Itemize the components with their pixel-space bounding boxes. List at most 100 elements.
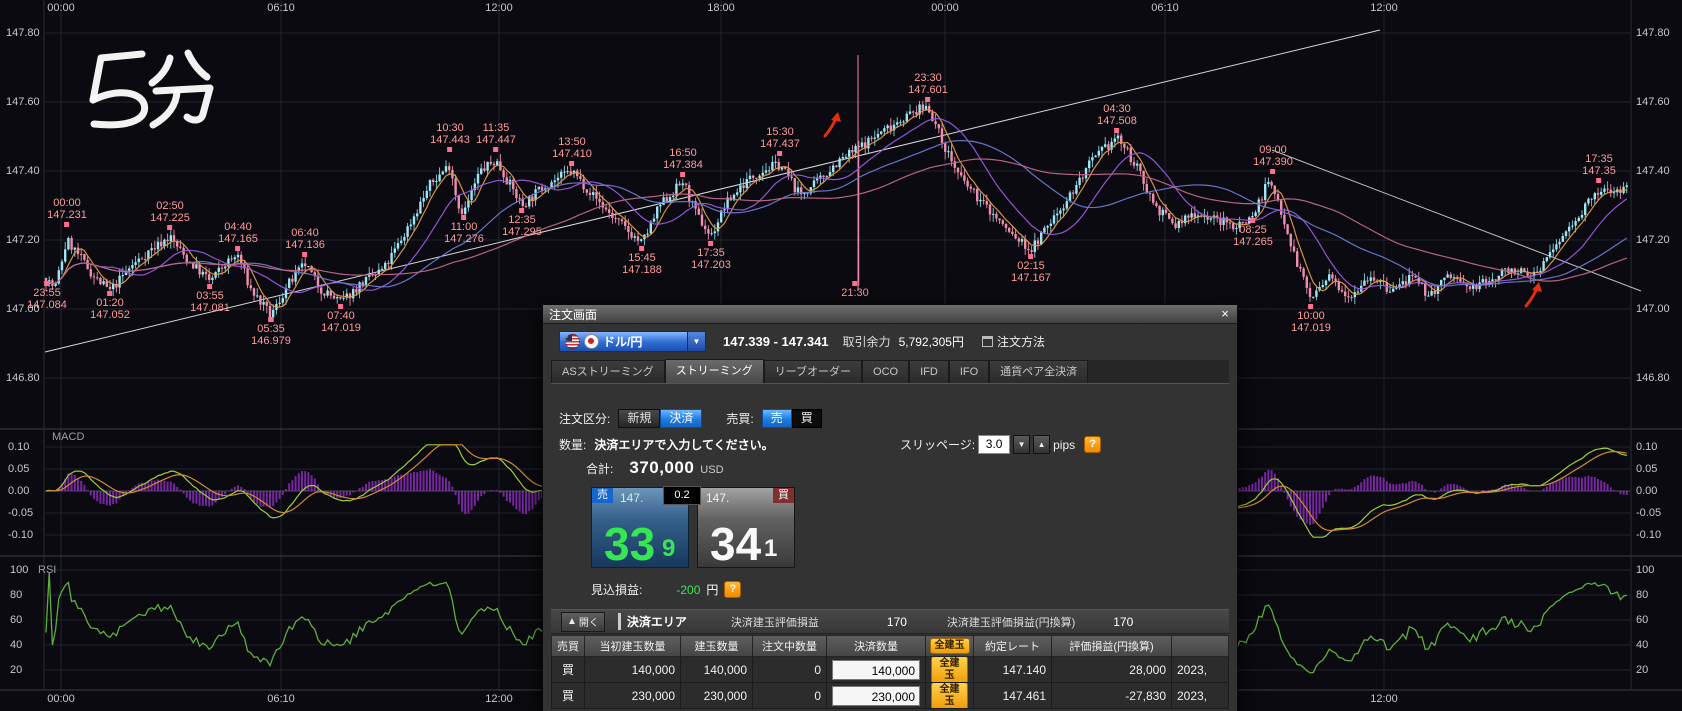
quantity-message: 決済エリアで入力してください。 bbox=[594, 436, 773, 453]
spread-value: 0.2 bbox=[663, 486, 701, 505]
tab-close-all-pairs[interactable]: 通貨ペア全決済 bbox=[989, 360, 1088, 383]
order-tabs: ASストリーミング ストリーミング リーブオーダー OCO IFD IFO 通貨… bbox=[551, 360, 1229, 384]
cell-valuation-pl: 28,000 bbox=[1052, 657, 1172, 683]
new-order-button[interactable]: 新規 bbox=[618, 409, 660, 428]
expected-pl-label: 見込損益: bbox=[591, 581, 642, 598]
cell-position-qty: 140,000 bbox=[681, 657, 753, 683]
buy-button[interactable]: 買 bbox=[792, 409, 822, 428]
rate-panel: 売 147. 33 9 0.2 買 147. 34 1 bbox=[591, 487, 795, 568]
slippage-input[interactable]: 3.0 bbox=[978, 435, 1010, 454]
buy-tag: 買 bbox=[773, 488, 794, 503]
cell-valuation-pl: -27,830 bbox=[1052, 683, 1172, 709]
order-type-label: 注文区分: bbox=[559, 410, 610, 427]
positions-table: 売買 当初建玉数量 建玉数量 注文中数量 決済数量 全建玉 約定レート 評価損益… bbox=[551, 635, 1229, 709]
settle-area-title: 決済エリア bbox=[618, 613, 687, 630]
col-exec-rate: 約定レート bbox=[974, 635, 1052, 657]
cell-all-positions: 全建玉 bbox=[926, 683, 974, 709]
slippage-row: スリッページ: 3.0 ▼ ▲ pips ? bbox=[900, 435, 1101, 454]
tab-streaming[interactable]: ストリーミング bbox=[665, 359, 764, 383]
sell-price-small: 9 bbox=[662, 535, 675, 563]
close-icon[interactable]: × bbox=[1217, 306, 1233, 321]
tab-ifd[interactable]: IFD bbox=[909, 360, 949, 383]
cell-pending-qty: 0 bbox=[753, 683, 827, 709]
pips-label: pips bbox=[1053, 438, 1075, 452]
buy-price-big: 34 bbox=[710, 521, 761, 567]
col-settle-qty: 決済数量 bbox=[827, 635, 926, 657]
fx-trading-app: 00:0006:1012:0018:0000:0006:1012:0000:00… bbox=[0, 0, 1682, 711]
col-extra bbox=[1172, 635, 1229, 657]
settle-pl-jpy-value: 170 bbox=[1075, 615, 1133, 629]
buy-rate-button[interactable]: 買 147. 34 1 bbox=[697, 487, 795, 568]
margin-value: 5,792,305円 bbox=[899, 333, 964, 350]
settle-pl-label: 決済建玉評価損益 bbox=[731, 614, 819, 630]
cell-side: 買 bbox=[551, 683, 585, 709]
settle-pl-value: 170 bbox=[819, 615, 907, 629]
cell-position-qty: 230,000 bbox=[681, 683, 753, 709]
table-header-row: 売買 当初建玉数量 建玉数量 注文中数量 決済数量 全建玉 約定レート 評価損益… bbox=[551, 635, 1229, 657]
order-method-link[interactable]: 注文方法 bbox=[982, 333, 1045, 350]
cell-exec-rate: 147.461 bbox=[974, 683, 1052, 709]
col-position-qty: 建玉数量 bbox=[681, 635, 753, 657]
total-row: 合計: 370,000 USD bbox=[586, 458, 724, 478]
jp-flag-icon bbox=[584, 334, 599, 349]
position-row[interactable]: 買 140,000 140,000 0 140,000 全建玉 147.140 … bbox=[551, 657, 1229, 683]
tab-oco[interactable]: OCO bbox=[862, 360, 909, 383]
window-icon bbox=[982, 336, 993, 347]
cell-date: 2023, bbox=[1172, 683, 1229, 709]
quantity-label: 数量: bbox=[559, 436, 586, 453]
slippage-label: スリッページ: bbox=[900, 436, 975, 453]
currency-pair-select[interactable]: ドル/円 ▼ bbox=[559, 331, 706, 352]
sell-button[interactable]: 売 bbox=[762, 409, 792, 428]
quantity-row: 数量: 決済エリアで入力してください。 bbox=[559, 435, 774, 454]
sell-price-big: 33 bbox=[604, 521, 655, 567]
col-pending-qty: 注文中数量 bbox=[753, 635, 827, 657]
cell-settle-qty: 230,000 bbox=[827, 683, 926, 709]
close-all-positions-button[interactable]: 全建玉 bbox=[930, 638, 970, 654]
settle-quantity-input[interactable]: 230,000 bbox=[832, 686, 920, 706]
spin-down-button[interactable]: ▼ bbox=[1013, 435, 1030, 454]
tab-as-streaming[interactable]: ASストリーミング bbox=[551, 360, 665, 383]
settle-order-button[interactable]: 決済 bbox=[660, 409, 702, 428]
close-all-position-button[interactable]: 全建玉 bbox=[931, 657, 968, 683]
expand-button[interactable]: ▲ 開く bbox=[561, 612, 605, 632]
chevron-down-icon[interactable]: ▼ bbox=[687, 332, 705, 351]
cell-date: 2023, bbox=[1172, 657, 1229, 683]
tab-leave-order[interactable]: リーブオーダー bbox=[764, 360, 862, 383]
us-flag-icon bbox=[565, 334, 580, 349]
cell-initial-qty: 230,000 bbox=[585, 683, 681, 709]
cell-side: 買 bbox=[551, 657, 585, 683]
total-unit: USD bbox=[700, 464, 723, 476]
settle-area-bar: ▲ 開く 決済エリア 決済建玉評価損益 170 決済建玉評価損益(円換算) 17… bbox=[551, 609, 1229, 634]
col-side: 売買 bbox=[551, 635, 585, 657]
settle-quantity-input[interactable]: 140,000 bbox=[832, 660, 920, 680]
col-valuation-pl: 評価損益(円換算) bbox=[1052, 635, 1172, 657]
settle-pl-jpy-label: 決済建玉評価損益(円換算) bbox=[947, 614, 1075, 630]
dialog-header: ドル/円 ▼ 147.339 - 147.341 取引余力 5,792,305円… bbox=[559, 331, 1229, 352]
margin-label: 取引余力 bbox=[843, 333, 891, 350]
buy-price-small: 1 bbox=[764, 535, 777, 563]
tab-ifo[interactable]: IFO bbox=[949, 360, 989, 383]
total-value: 370,000 bbox=[629, 458, 694, 478]
side-label: 売買: bbox=[726, 410, 753, 427]
expected-pl-unit: 円 bbox=[706, 581, 718, 598]
close-all-position-button[interactable]: 全建玉 bbox=[931, 683, 968, 709]
col-initial-qty: 当初建玉数量 bbox=[585, 635, 681, 657]
sell-tag: 売 bbox=[592, 488, 613, 503]
slippage-help-icon[interactable]: ? bbox=[1084, 436, 1101, 453]
position-row[interactable]: 買 230,000 230,000 0 230,000 全建玉 147.461 … bbox=[551, 683, 1229, 709]
cell-pending-qty: 0 bbox=[753, 657, 827, 683]
dialog-title: 注文画面 bbox=[549, 306, 597, 323]
expected-pl-row: 見込損益: -200 円 ? bbox=[591, 581, 741, 598]
triangle-up-icon: ▲ bbox=[567, 616, 577, 627]
dialog-titlebar[interactable]: 注文画面 × bbox=[543, 305, 1237, 324]
col-all-positions: 全建玉 bbox=[926, 635, 974, 657]
spin-up-button[interactable]: ▲ bbox=[1033, 435, 1050, 454]
expected-pl-value: -200 bbox=[676, 583, 700, 597]
order-dialog: 注文画面 × ドル/円 ▼ 147.339 - 147.341 取引余力 5,7… bbox=[542, 304, 1238, 711]
order-type-row: 注文区分: 新規 決済 売買: 売 買 bbox=[559, 409, 822, 428]
pl-help-icon[interactable]: ? bbox=[724, 581, 741, 598]
cell-settle-qty: 140,000 bbox=[827, 657, 926, 683]
sell-price-prefix: 147. bbox=[620, 491, 643, 505]
total-label: 合計: bbox=[586, 460, 613, 477]
cell-all-positions: 全建玉 bbox=[926, 657, 974, 683]
